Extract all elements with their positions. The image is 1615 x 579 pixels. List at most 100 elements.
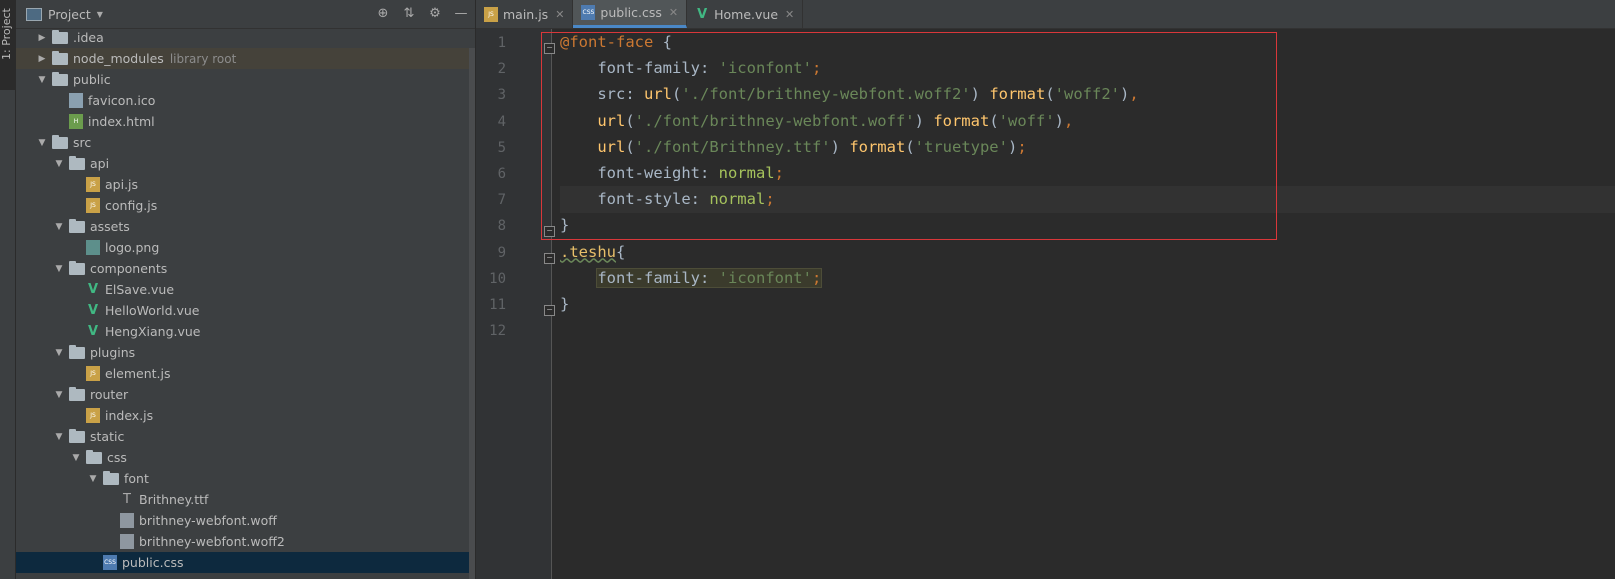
scrollbar[interactable] [469,48,475,579]
tree-item[interactable]: ▼ router [16,384,475,405]
folder-icon [69,428,85,443]
tree-item[interactable]: V HelloWorld.vue [16,300,475,321]
editor: JS main.js ✕ CSS public.css ✕ V Home.vue ✕ 1 − 2 3 4… [476,0,1615,579]
line-number: 11 [489,297,506,313]
vue-file-icon: V [697,6,708,22]
code-line[interactable]: src: url('./font/brithney-webfont.woff2'… [560,81,1615,108]
code-line[interactable]: url('./font/Brithney.ttf') format('truet… [560,134,1615,161]
code-line[interactable]: @font-face { [560,29,1615,56]
tree-item[interactable]: T Brithney.ttf [16,489,475,510]
close-icon[interactable]: ✕ [669,6,678,19]
project-view-icon [26,7,42,21]
tree-item[interactable]: JS element.js [16,363,475,384]
editor-tabs: JS main.js ✕ CSS public.css ✕ V Home.vue ✕ [476,0,1615,29]
tab-main-js[interactable]: JS main.js ✕ [476,0,574,28]
chevron-down-icon[interactable]: ▼ [36,75,48,85]
png-file-icon [86,240,100,255]
code-line[interactable]: } [560,212,1615,239]
css-file-icon: CSS [581,5,596,20]
project-tool-tab[interactable]: 1: Project [0,0,15,90]
chevron-down-icon[interactable]: ▼ [53,432,65,442]
library-root-hint: library root [169,51,237,66]
line-number: 2 [497,61,506,78]
tree-item-label: plugins [90,345,136,360]
tree-item[interactable]: CSS public.css [16,552,475,573]
fold-icon[interactable]: − [544,43,555,54]
code-line[interactable]: font-family: 'iconfont'; [560,265,1615,292]
js-file-icon: JS [484,6,498,22]
tree-item[interactable]: ▼ api [16,153,475,174]
woff-file-icon [120,513,134,528]
tab-home-vue[interactable]: V Home.vue ✕ [687,0,804,28]
collapse-all-icon[interactable]: ⇅ [401,6,417,22]
tree-item-label: public.css [122,555,184,570]
folder-icon [86,449,102,464]
code-line[interactable]: font-family: 'iconfont'; [560,55,1615,82]
close-icon[interactable]: ✕ [555,8,564,21]
code-line[interactable] [560,317,1615,344]
tree-item[interactable]: ▼ public [16,69,475,90]
tree-item[interactable]: V HengXiang.vue [16,321,475,342]
tree-item[interactable]: brithney-webfont.woff2 [16,531,475,552]
chevron-down-icon[interactable]: ▼ [53,390,65,400]
tree-item-label: font [124,471,149,486]
tree-item[interactable]: JS index.js [16,405,475,426]
tree-item[interactable]: Hindex.html [16,111,475,132]
code-line[interactable]: font-weight: normal; [560,160,1615,187]
tree-item[interactable]: brithney-webfont.woff [16,510,475,531]
fold-icon[interactable]: − [544,226,555,238]
tree-item-label: index.html [88,114,155,129]
code-line[interactable]: .teshu{ [560,239,1615,266]
folder-icon [52,134,68,149]
tree-item[interactable]: JS config.js [16,195,475,216]
line-gutter: 1 − 2 3 4 5 6 7 8 − 9 − 10 11 − 12 [476,29,555,579]
line-number: 1 [497,35,506,51]
tree-item[interactable]: ▼ font [16,468,475,489]
chevron-right-icon[interactable]: ▶ [36,54,48,64]
tree-item-label: components [90,261,168,276]
code-line[interactable]: font-style: normal; [560,186,1615,214]
tree-item-label: public [73,72,111,87]
close-icon[interactable]: ✕ [785,8,794,21]
vue-file-icon: V [87,282,99,297]
chevron-down-icon[interactable]: ▼ [53,348,65,358]
tree-item[interactable]: ▶ .idea [16,27,475,48]
js-file-icon: JS [86,366,100,381]
chevron-down-icon[interactable]: ▼ [53,222,65,232]
project-title[interactable]: Project [48,7,91,22]
code-line[interactable]: } [560,291,1615,318]
tree-item[interactable]: favicon.ico [16,90,475,111]
tree-item[interactable]: V ElSave.vue [16,279,475,300]
tree-item[interactable]: JS api.js [16,174,475,195]
tree-item[interactable]: ▼ components [16,258,475,279]
chevron-right-icon[interactable]: ▶ [36,33,48,43]
line-number: 9 [497,244,506,261]
gear-icon[interactable]: ⚙ [427,6,443,22]
minimize-icon[interactable]: — [453,6,469,22]
js-file-icon: JS [86,177,100,192]
folder-icon [52,29,68,44]
tree-item[interactable]: logo.png [16,237,475,258]
code-line[interactable]: url('./font/brithney-webfont.woff') form… [560,108,1615,135]
fold-icon[interactable]: − [544,252,555,264]
tree-item[interactable]: ▼ plugins [16,342,475,363]
chevron-down-icon[interactable]: ▼ [53,159,65,169]
tree-item[interactable]: ▼ assets [16,216,475,237]
tree-item[interactable]: ▼ static [16,426,475,447]
chevron-down-icon[interactable]: ▼ [97,10,103,19]
line-number: 8 [497,218,506,235]
chevron-down-icon[interactable]: ▼ [70,453,82,463]
tree-item[interactable]: ▶ node_modules library root [16,48,475,69]
tree-item[interactable]: ▼ src [16,132,475,153]
tab-label: Home.vue [714,6,779,22]
folder-icon [52,71,68,86]
tree-item[interactable]: ▼ css [16,447,475,468]
tab-public-css[interactable]: CSS public.css ✕ [573,0,688,28]
chevron-down-icon[interactable]: ▼ [53,264,65,274]
fold-icon[interactable]: − [544,305,555,316]
chevron-down-icon[interactable]: ▼ [36,138,48,148]
chevron-down-icon[interactable]: ▼ [87,474,99,484]
scroll-from-source-icon[interactable]: ⊕ [375,6,391,22]
folder-icon [69,218,85,233]
font-file-icon: T [123,492,131,507]
